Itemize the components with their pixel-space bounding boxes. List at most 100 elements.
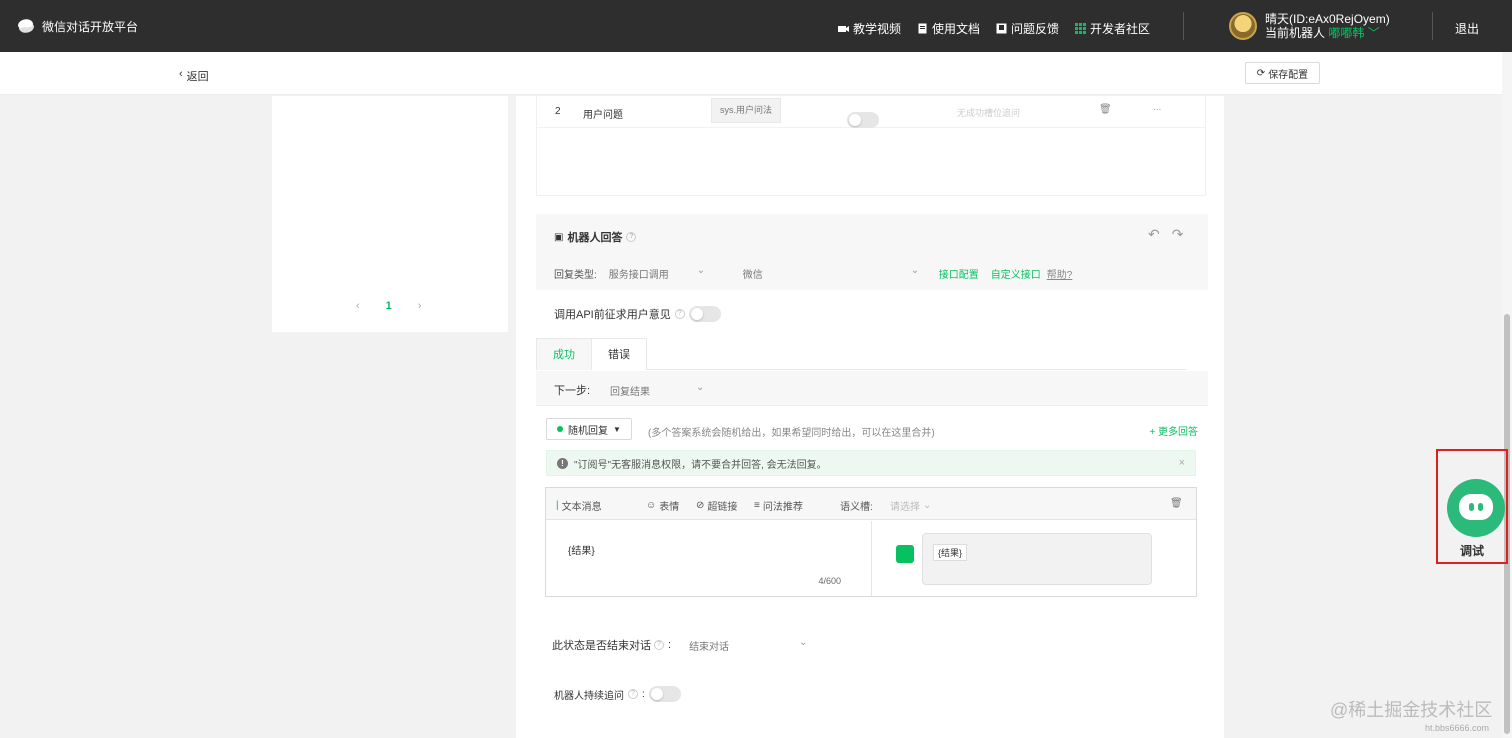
api-consent-toggle[interactable]	[688, 306, 721, 322]
chevron-down-icon: ⌄	[910, 265, 920, 276]
followup-toggle[interactable]	[648, 686, 681, 702]
preview-chip: {结果}	[933, 544, 968, 561]
hyperlink-button[interactable]: ⊘ 超链接	[696, 498, 737, 513]
tab-success[interactable]: 成功	[536, 338, 592, 370]
save-config-button[interactable]: ⟳ 保存配置	[1245, 62, 1320, 84]
brand-logo[interactable]: 微信对话开放平台	[16, 17, 138, 35]
custom-api-link[interactable]: 自定义接口	[991, 266, 1041, 281]
slot-select[interactable]: 请选择 ⌄	[890, 498, 931, 513]
paperclip-icon: ⊘	[696, 500, 705, 511]
trash-icon[interactable]: 🗑	[1099, 104, 1112, 115]
user-info[interactable]: 晴天(ID:eAx0RejOyem) 当前机器人 嘟嘟韩 ﹀	[1229, 12, 1390, 40]
chevron-left-icon: ‹	[179, 68, 183, 80]
reply-type-row: 回复类型: 服务接口调用 ⌄ 微信 ⌄ 接口配置 自定义接口 帮助?	[554, 265, 1194, 281]
next-step-label: 下一步:	[554, 385, 591, 397]
api-config-link[interactable]: 接口配置	[939, 266, 979, 281]
message-type: | 文本消息	[556, 498, 602, 513]
help-icon[interactable]: ?	[626, 232, 637, 242]
message-textarea[interactable]: {结果} 4/600	[546, 521, 872, 596]
result-tabs: 成功 错误	[536, 338, 1186, 370]
back-button[interactable]: ‹ 返回	[179, 68, 209, 84]
slot-placeholder: 请选择	[890, 502, 920, 513]
hyperlink-label: 超链接	[707, 502, 738, 513]
chevron-down-icon: ⌄	[696, 265, 706, 276]
pager-current[interactable]: 1	[386, 300, 392, 312]
robot-reply-card: ▣ 机器人回答 ? ↶ ↷ 回复类型: 服务接口调用 ⌄ 微信 ⌄ 接口配置 自	[536, 214, 1208, 672]
api-consent-row: 调用API前征求用户意见 ?	[554, 306, 721, 322]
row-followup-placeholder[interactable]: 无成功槽位追问	[957, 106, 1020, 119]
chevron-down-icon[interactable]: ﹀	[1368, 26, 1380, 40]
next-step-select[interactable]: 回复结果 ⌄	[610, 382, 710, 398]
pager-next[interactable]: ›	[418, 300, 422, 312]
brand-name: 微信对话开放平台	[42, 19, 139, 34]
char-count: 4/600	[818, 576, 841, 586]
recommend-label: 问法推荐	[762, 502, 803, 513]
message-type-label: 文本消息	[561, 502, 602, 513]
help-icon[interactable]: ?	[674, 309, 685, 319]
tab-error[interactable]: 错误	[591, 338, 647, 370]
end-dialog-row: 此状态是否结束对话 ? : 结束对话 ⌄	[552, 637, 809, 653]
row-index: 2	[555, 106, 561, 117]
text-message-editor: | 文本消息 ☺ 表情 ⊘ 超链接 ≡ 问法推荐 语义槽: 请选择 ⌄ 🗑 {结…	[545, 487, 1197, 597]
document-icon	[918, 23, 927, 34]
nav-label: 问题反馈	[1011, 22, 1060, 36]
add-more-reply-button[interactable]: + 更多回答	[1149, 423, 1198, 438]
nav-tutorial-video[interactable]: 教学视频	[838, 20, 901, 37]
trash-icon[interactable]: 🗑	[1170, 498, 1183, 509]
redo-icon[interactable]: ↷	[1172, 226, 1184, 243]
info-icon: !	[557, 457, 568, 469]
slot-field: 语义槽:	[840, 498, 873, 513]
emoji-button[interactable]: ☺ 表情	[646, 498, 679, 513]
chevron-down-icon: ⌄	[799, 636, 808, 648]
alert-text: "订阅号"无客服消息权限，请不要合并回答, 会无法回复。	[574, 459, 827, 471]
chevron-down-icon: ⌄	[923, 500, 932, 511]
smile-icon: ☺	[646, 500, 657, 511]
debug-button[interactable]: 调试	[1436, 449, 1508, 564]
subscription-alert: ! "订阅号"无客服消息权限，请不要合并回答, 会无法回复。 ×	[546, 450, 1196, 476]
caret-down-icon: ▼	[613, 424, 621, 434]
api-consent-label: 调用API前征求用户意见	[554, 309, 671, 321]
emoji-label: 表情	[659, 502, 680, 513]
colon: :	[668, 639, 672, 651]
nav-docs[interactable]: 使用文档	[917, 20, 980, 37]
logout-button[interactable]: 退出	[1455, 20, 1479, 37]
wechat-icon	[896, 545, 914, 563]
pager-prev[interactable]: ‹	[356, 300, 360, 312]
left-panel: ‹ 1 ›	[272, 96, 508, 332]
avatar[interactable]	[1229, 12, 1257, 40]
main-panel: 2 用户问题 sys.用户问法 无成功槽位追问 🗑 ... ▣ 机器人回答 ? …	[516, 96, 1224, 738]
help-icon[interactable]: ?	[628, 689, 638, 699]
robot-icon: ▣	[554, 231, 564, 243]
message-toolbar: | 文本消息 ☺ 表情 ⊘ 超链接 ≡ 问法推荐 语义槽: 请选择 ⌄ 🗑	[546, 488, 1196, 520]
feedback-icon	[996, 23, 1007, 34]
slot-table: 2 用户问题 sys.用户问法 无成功槽位追问 🗑 ...	[536, 96, 1206, 196]
video-icon	[838, 26, 849, 32]
channel-select[interactable]: 微信 ⌄	[743, 265, 923, 281]
slot-label: 语义槽:	[840, 502, 873, 513]
top-nav: 教学视频 使用文档 问题反馈 开发者社区	[838, 20, 1150, 37]
sys-tag: sys.用户问法	[711, 98, 782, 123]
page-scrollbar[interactable]	[1502, 52, 1512, 738]
reply-title-text: 机器人回答	[567, 232, 623, 244]
random-reply-dropdown[interactable]: 随机回复 ▼	[546, 418, 632, 440]
close-icon[interactable]: ×	[1179, 457, 1185, 469]
end-dialog-value: 结束对话	[689, 641, 730, 653]
preview-bubble: {结果}	[922, 533, 1152, 585]
save-label: 保存配置	[1268, 69, 1309, 81]
row-more-button[interactable]: ...	[1153, 102, 1161, 113]
robot-prefix: 当前机器人	[1265, 26, 1326, 40]
reply-type-select[interactable]: 服务接口调用 ⌄	[609, 265, 709, 281]
end-dialog-select[interactable]: 结束对话 ⌄	[689, 636, 809, 653]
nav-label: 使用文档	[932, 22, 981, 36]
question-recommend-button[interactable]: ≡ 问法推荐	[754, 498, 803, 513]
followup-row: 机器人持续追问 ? :	[554, 686, 681, 702]
nav-label: 开发者社区	[1090, 22, 1151, 36]
nav-feedback[interactable]: 问题反馈	[996, 20, 1059, 37]
help-icon[interactable]: ?	[654, 640, 664, 650]
undo-icon[interactable]: ↶	[1148, 226, 1160, 243]
nav-community[interactable]: 开发者社区	[1075, 20, 1150, 37]
undo-redo: ↶ ↷	[1148, 226, 1183, 243]
help-link[interactable]: 帮助?	[1047, 266, 1073, 281]
refresh-icon: ⟳	[1256, 67, 1266, 79]
table-row: 2 用户问题 sys.用户问法 无成功槽位追问 🗑 ...	[537, 96, 1205, 128]
